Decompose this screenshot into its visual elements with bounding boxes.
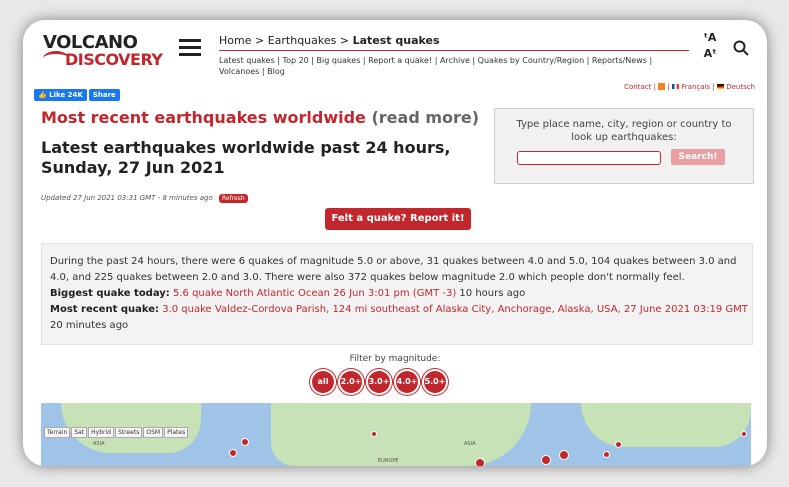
german-link[interactable]: Deutsch xyxy=(726,83,755,91)
quake-marker[interactable] xyxy=(541,455,551,465)
summary-text: During the past 24 hours, there were 6 q… xyxy=(50,256,737,283)
filter-all-button[interactable]: all xyxy=(312,371,334,393)
map-terrain-button[interactable]: Terrain xyxy=(44,427,71,438)
heading-main: Most recent earthquakes worldwide xyxy=(41,108,366,127)
french-flag-icon xyxy=(672,84,680,89)
quake-summary-panel: During the past 24 hours, there were 6 q… xyxy=(41,243,753,345)
map-landmass xyxy=(581,403,751,447)
quake-marker[interactable] xyxy=(603,451,610,458)
magnitude-filter-label: Filter by magnitude: xyxy=(349,354,441,364)
magnitude-filter: all 2.0+ 3.0+ 4.0+ 5.0+ xyxy=(312,369,452,393)
updated-timestamp: Updated 27 Jun 2021 03:31 GMT - 8 minute… xyxy=(41,194,248,203)
breadcrumb: Home > Earthquakes > Latest quakes xyxy=(219,34,440,47)
biggest-quake-label: Biggest quake today: xyxy=(50,288,170,299)
map-hybrid-button[interactable]: Hybrid xyxy=(88,427,114,438)
location-search-box: Type place name, city, region or country… xyxy=(494,108,754,184)
text-size-controls[interactable]: ᵗA Aᵗ xyxy=(699,30,721,62)
breadcrumb-home[interactable]: Home xyxy=(219,34,251,47)
read-more-link[interactable]: (read more) xyxy=(371,108,479,127)
location-search-input[interactable] xyxy=(517,151,661,165)
map-plates-button[interactable]: Plates xyxy=(164,427,189,438)
section-nav-links[interactable]: Latest quakes | Top 20 | Big quakes | Re… xyxy=(219,55,689,77)
map-type-controls: Terrain Sat Hybrid Streets OSM Plates xyxy=(44,419,189,438)
text-size-down-icon[interactable]: Aᵗ xyxy=(699,46,721,62)
map-label-asia: ASIA xyxy=(464,441,476,447)
quake-marker[interactable] xyxy=(741,431,747,437)
quake-marker[interactable] xyxy=(475,458,485,466)
map-streets-button[interactable]: Streets xyxy=(114,427,143,438)
hamburger-menu-icon[interactable] xyxy=(179,39,201,57)
filter-3-button[interactable]: 3.0+ xyxy=(368,371,390,393)
filter-4-button[interactable]: 4.0+ xyxy=(396,371,418,393)
quake-marker[interactable] xyxy=(559,450,569,460)
search-icon[interactable] xyxy=(733,40,749,56)
contact-link[interactable]: Contact xyxy=(624,83,651,91)
social-buttons: 👍 Like 24K Share xyxy=(34,82,122,101)
quake-marker[interactable] xyxy=(615,441,622,448)
breadcrumb-earthquakes[interactable]: Earthquakes xyxy=(268,34,337,47)
logo-swoosh xyxy=(43,51,69,66)
biggest-quake-link[interactable]: 5.6 quake North Atlantic Ocean 26 Jun 3:… xyxy=(173,288,456,299)
top-links: Contact | | Français | Deutsch xyxy=(624,83,755,91)
felt-quake-report-button[interactable]: Felt a quake? Report it! xyxy=(325,208,471,230)
map-landmass xyxy=(271,403,531,466)
french-link[interactable]: Français xyxy=(681,83,710,91)
search-box-prompt: Type place name, city, region or country… xyxy=(516,119,732,143)
refresh-button[interactable]: Refresh xyxy=(218,194,248,203)
map-label-asia: ASIA xyxy=(93,441,105,447)
quake-marker[interactable] xyxy=(229,449,237,457)
facebook-share-button[interactable]: Share xyxy=(88,89,120,101)
quake-marker[interactable] xyxy=(241,438,249,446)
page-heading: Most recent earthquakes worldwide (read … xyxy=(41,108,479,127)
map-osm-button[interactable]: OSM xyxy=(143,427,164,438)
rss-icon[interactable] xyxy=(658,83,666,90)
quake-marker[interactable] xyxy=(371,431,377,437)
filter-2-button[interactable]: 2.0+ xyxy=(340,371,362,393)
map-sat-button[interactable]: Sat xyxy=(71,427,88,438)
breadcrumb-divider xyxy=(219,50,689,51)
search-button[interactable]: Search! xyxy=(671,149,725,165)
biggest-quake-age: 10 hours ago xyxy=(459,288,526,299)
browser-page: VOLCANO DISCOVERY Home > Earthquakes > L… xyxy=(23,20,767,466)
volcano-discovery-logo[interactable]: VOLCANO DISCOVERY xyxy=(43,34,163,68)
text-size-up-icon[interactable]: ᵗA xyxy=(699,30,721,46)
page-subheading: Latest earthquakes worldwide past 24 hou… xyxy=(41,138,451,177)
facebook-like-button[interactable]: 👍 Like 24K xyxy=(34,89,87,101)
map-label-europe: EUROPE xyxy=(378,458,399,464)
breadcrumb-current: Latest quakes xyxy=(352,34,440,47)
recent-quake-label: Most recent quake: xyxy=(50,304,160,315)
german-flag-icon xyxy=(716,84,724,89)
recent-quake-age: 20 minutes ago xyxy=(50,320,129,331)
filter-5-button[interactable]: 5.0+ xyxy=(424,371,446,393)
recent-quake-link[interactable]: 3.0 quake Valdez-Cordova Parish, 124 mi … xyxy=(162,304,748,315)
earthquake-map[interactable]: Terrain Sat Hybrid Streets OSM Plates ASIA AS… xyxy=(41,403,751,466)
